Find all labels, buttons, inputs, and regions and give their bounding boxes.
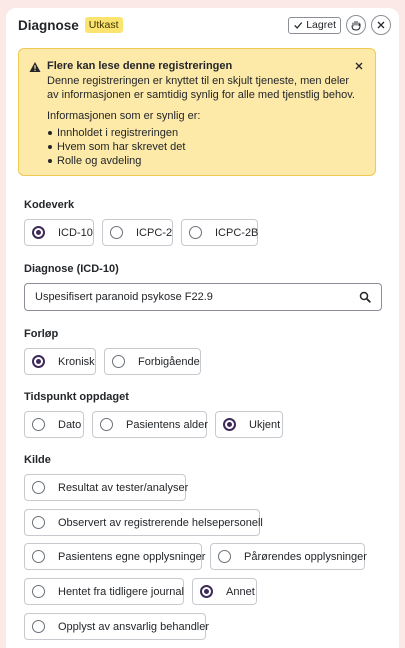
radio-dato[interactable]: Dato xyxy=(24,411,84,438)
alert-subtitle: Informasjonen som er synlig er: xyxy=(47,110,201,122)
alert-close-icon[interactable] xyxy=(353,60,365,72)
hand-icon xyxy=(351,21,361,31)
radio-button xyxy=(32,550,45,563)
option-label: ICD-10 xyxy=(58,226,93,239)
radio-button xyxy=(32,620,45,633)
radio-button xyxy=(100,418,113,431)
radio-button xyxy=(218,550,231,563)
radio-button xyxy=(189,226,202,239)
option-label: Dato xyxy=(58,418,82,431)
option-label: Kronisk xyxy=(58,355,95,368)
option-label: Ukjent xyxy=(249,418,281,431)
radio-button xyxy=(200,585,213,598)
diagnose-search-input[interactable]: Uspesifisert paranoid psykose F22.9 xyxy=(24,283,382,311)
radio-observert-helsepersonell[interactable]: Observert av registrerende helsepersonel… xyxy=(24,509,263,536)
tidspunkt-label: Tidspunkt oppdaget xyxy=(24,391,129,403)
alert-list: Innholdet i registreringen Hvem som har … xyxy=(47,126,363,168)
radio-tidligere-journal[interactable]: Hentet fra tidligere journal xyxy=(24,578,184,605)
option-label: Forbigående xyxy=(138,355,200,368)
radio-button xyxy=(32,226,45,239)
option-label: Hentet fra tidligere journal xyxy=(58,585,184,598)
option-label: Pårørendes opplysninger xyxy=(244,550,367,563)
page-title: Diagnose xyxy=(18,17,79,33)
close-icon xyxy=(377,21,385,29)
radio-button xyxy=(32,585,45,598)
visibility-alert: Flere kan lese denne registreringen Denn… xyxy=(18,48,376,176)
alert-list-item: Rolle og avdeling xyxy=(47,154,363,168)
saved-indicator: Lagret xyxy=(288,16,341,34)
radio-button xyxy=(32,516,45,529)
radio-parorendes-opplysninger[interactable]: Pårørendes opplysninger xyxy=(210,543,367,570)
radio-pasientens-alder[interactable]: Pasientens alder xyxy=(92,411,208,438)
diagnose-value: Uspesifisert paranoid psykose F22.9 xyxy=(35,291,213,303)
header-actions: Lagret xyxy=(288,15,391,35)
radio-resultat-tester[interactable]: Resultat av tester/analyser xyxy=(24,474,189,501)
radio-icd10[interactable]: ICD-10 xyxy=(24,219,94,246)
radio-icpc2[interactable]: ICPC-2 xyxy=(102,219,173,246)
saved-label: Lagret xyxy=(306,19,336,31)
option-label: Opplyst av ansvarlig behandler xyxy=(58,620,210,633)
alert-list-item: Hvem som har skrevet det xyxy=(47,140,363,154)
radio-button xyxy=(110,226,123,239)
kilde-label: Kilde xyxy=(24,454,51,466)
radio-button xyxy=(32,481,45,494)
forlop-label: Forløp xyxy=(24,328,59,340)
status-badge: Utkast xyxy=(84,17,123,33)
option-label: Observert av registrerende helsepersonel… xyxy=(58,516,263,529)
option-label: Pasientens alder xyxy=(126,418,208,431)
radio-button xyxy=(32,355,45,368)
hand-button[interactable] xyxy=(346,15,366,35)
radio-icpc2b[interactable]: ICPC-2B xyxy=(181,219,258,246)
diagnose-label: Diagnose (ICD-10) xyxy=(24,263,119,275)
radio-pasientens-opplysninger[interactable]: Pasientens egne opplysninger xyxy=(24,543,206,570)
close-button[interactable] xyxy=(371,15,391,35)
search-icon[interactable] xyxy=(359,291,371,303)
option-label: Resultat av tester/analyser xyxy=(58,481,189,494)
radio-ansvarlig-behandler[interactable]: Opplyst av ansvarlig behandler xyxy=(24,613,210,640)
radio-forbigaende[interactable]: Forbigående xyxy=(104,348,201,375)
alert-body: Denne registreringen er knyttet til en s… xyxy=(47,75,355,101)
radio-kronisk[interactable]: Kronisk xyxy=(24,348,96,375)
warning-icon xyxy=(29,62,41,72)
option-label: ICPC-2B xyxy=(215,226,259,239)
radio-button xyxy=(32,418,45,431)
option-label: Pasientens egne opplysninger xyxy=(58,550,206,563)
option-label: ICPC-2 xyxy=(136,226,173,239)
radio-ukjent[interactable]: Ukjent xyxy=(215,411,283,438)
alert-title: Flere kan lese denne registreringen xyxy=(47,60,233,72)
check-icon xyxy=(294,22,303,29)
radio-annet[interactable]: Annet xyxy=(192,578,257,605)
option-label: Annet xyxy=(226,585,255,598)
panel-header: Diagnose Utkast Lagret xyxy=(18,14,391,36)
kodeverk-label: Kodeverk xyxy=(24,199,75,211)
alert-list-item: Innholdet i registreringen xyxy=(47,126,363,140)
radio-button xyxy=(112,355,125,368)
radio-button xyxy=(223,418,236,431)
